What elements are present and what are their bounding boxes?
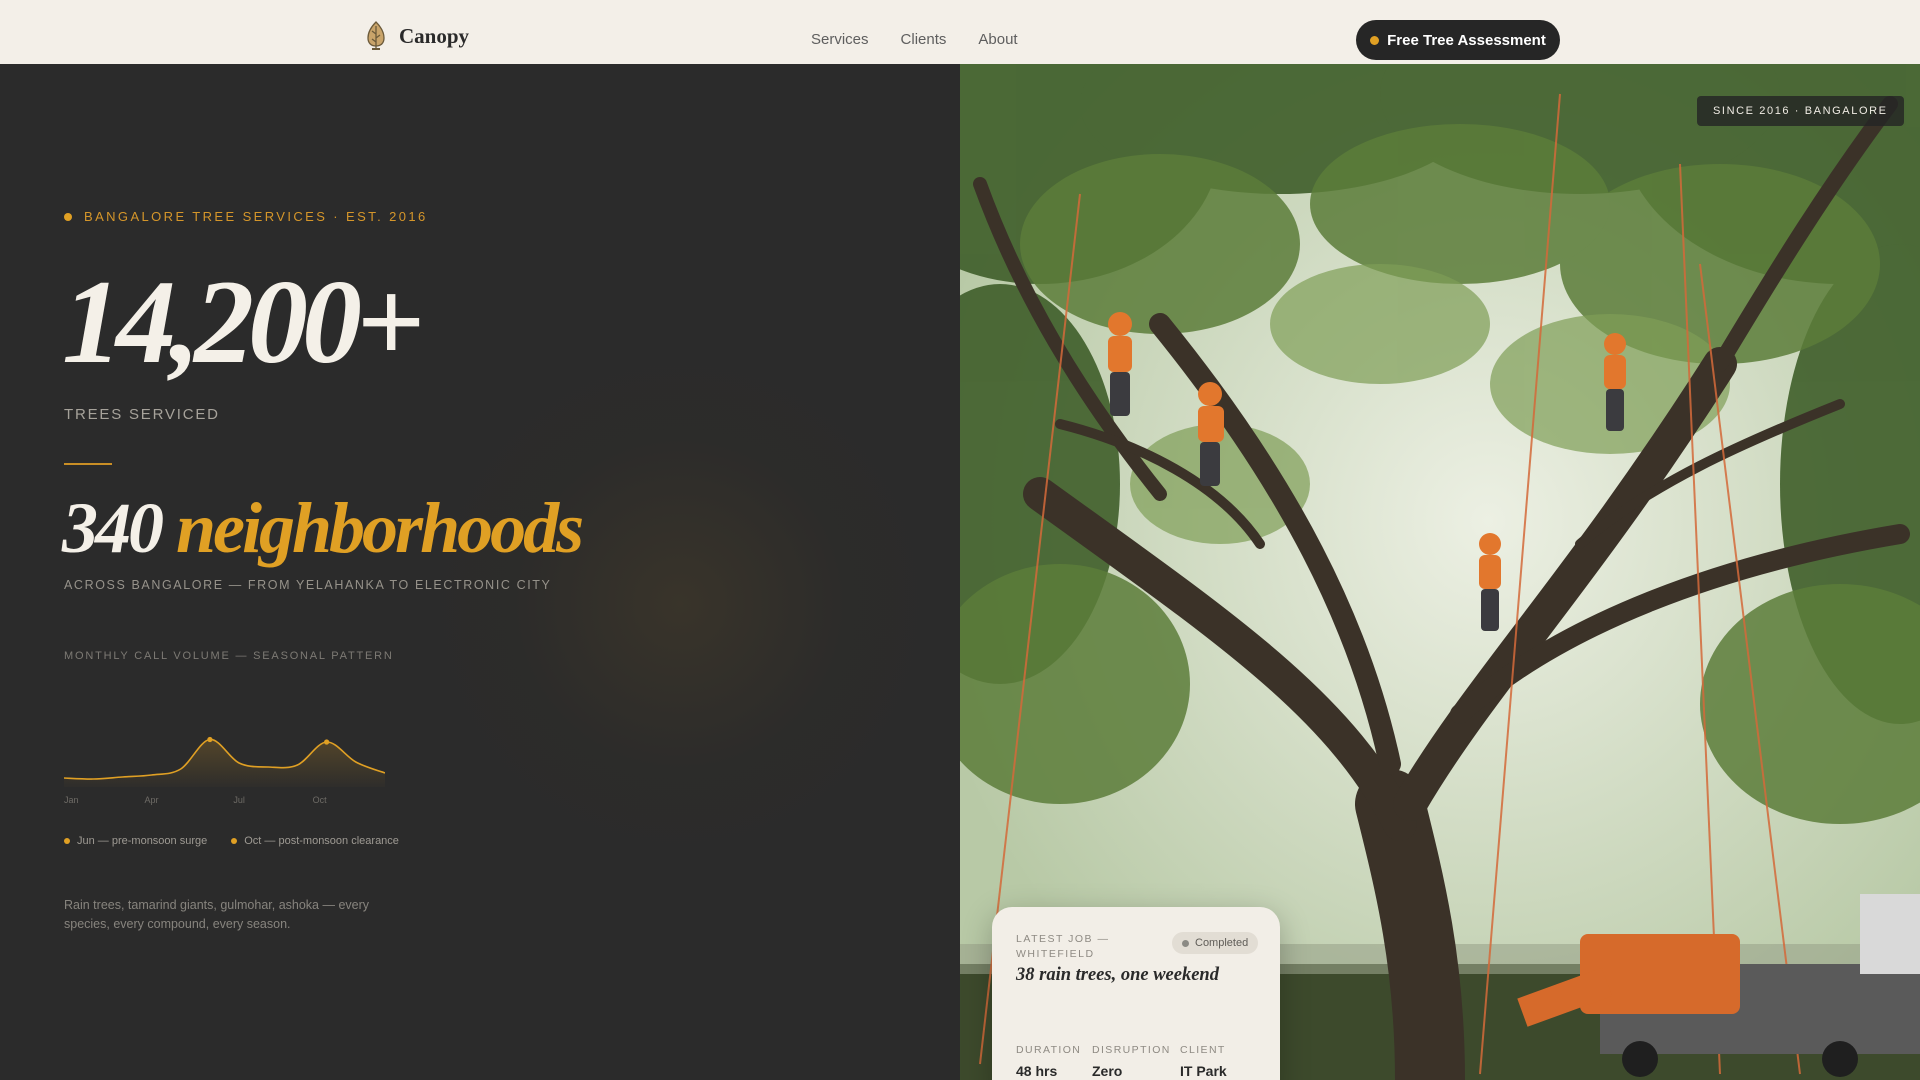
dot-icon bbox=[231, 838, 238, 844]
stat-value: 48 hrs bbox=[1016, 1063, 1058, 1079]
chart-tick-label: Apr bbox=[145, 795, 159, 805]
latest-job-card[interactable]: LATEST JOB — WHITEFIELD Completed 38 rai… bbox=[992, 907, 1280, 1080]
top-nav: Canopy Services Clients About Free Tree … bbox=[0, 0, 1920, 64]
eyebrow-text: BANGALORE TREE SERVICES · EST. 2016 bbox=[84, 209, 428, 224]
trees-count: 14,200+ bbox=[62, 255, 424, 388]
trees-label: TREES SERVICED bbox=[64, 406, 220, 423]
neighborhoods-heading: 340 neighborhoods bbox=[62, 492, 584, 564]
chart-legend: Jun — pre-monsoon surge Oct — post-monso… bbox=[64, 835, 399, 847]
dot-icon bbox=[64, 212, 72, 221]
free-assessment-button[interactable]: Free Tree Assessment bbox=[1356, 20, 1560, 60]
tree-icon bbox=[367, 21, 385, 50]
stat-value: IT Park bbox=[1180, 1063, 1227, 1079]
legend-item: Jun — pre-monsoon surge bbox=[64, 835, 207, 847]
dot-icon bbox=[1370, 35, 1380, 45]
chart-tick-label: Jul bbox=[233, 795, 245, 805]
chart-peak-point bbox=[324, 739, 330, 745]
since-badge: SINCE 2016 · BANGALORE bbox=[1697, 96, 1904, 126]
stat-label: CLIENT bbox=[1180, 1044, 1226, 1056]
stat-label: DURATION bbox=[1016, 1044, 1082, 1056]
neighborhoods-count: 340 bbox=[62, 488, 164, 568]
divider bbox=[64, 463, 112, 465]
hero-description: Rain trees, tamarind giants, gulmohar, a… bbox=[64, 898, 370, 931]
legend-label: Oct — post-monsoon clearance bbox=[244, 835, 399, 847]
brand-name: Canopy bbox=[399, 23, 470, 48]
dot-icon bbox=[64, 838, 70, 844]
status-badge: Completed bbox=[1172, 932, 1259, 954]
call-volume-chart: Jan Apr Jul Oct bbox=[64, 736, 385, 805]
stat-duration: DURATION 48 hrs bbox=[1016, 1044, 1081, 1079]
background-glow bbox=[420, 344, 940, 864]
nav-link-services[interactable]: Services bbox=[811, 31, 869, 48]
stat-value: Zero bbox=[1092, 1063, 1123, 1079]
legend-label: Jun — pre-monsoon surge bbox=[77, 835, 208, 847]
chart-peak-point bbox=[207, 736, 213, 743]
legend-item: Oct — post-monsoon clearance bbox=[231, 835, 399, 847]
brand-logo[interactable]: Canopy bbox=[363, 20, 469, 52]
stat-client: CLIENT IT Park bbox=[1180, 1044, 1227, 1079]
chart-title: MONTHLY CALL VOLUME — SEASONAL PATTERN bbox=[64, 650, 394, 662]
chart-tick-label: Jan bbox=[64, 795, 79, 805]
neighborhoods-subtitle: ACROSS BANGALORE — FROM YELAHANKA TO ELE… bbox=[64, 578, 552, 592]
nav-link-clients[interactable]: Clients bbox=[901, 31, 947, 48]
chart-tick-label: Oct bbox=[313, 795, 328, 805]
stat-label: DISRUPTION bbox=[1092, 1044, 1171, 1056]
status-text: Completed bbox=[1195, 937, 1249, 949]
cta-label: Free Tree Assessment bbox=[1387, 31, 1546, 49]
stat-disruption: DISRUPTION Zero bbox=[1092, 1044, 1171, 1079]
card-eyebrow: LATEST JOB — WHITEFIELD bbox=[1016, 933, 1110, 960]
nav-links: Services Clients About bbox=[811, 31, 1018, 48]
nav-link-about[interactable]: About bbox=[978, 31, 1017, 48]
neighborhoods-word: neighborhoods bbox=[176, 488, 584, 568]
hero-eyebrow: BANGALORE TREE SERVICES · EST. 2016 bbox=[64, 209, 428, 224]
dot-icon bbox=[1182, 939, 1189, 947]
card-title: 38 rain trees, one weekend bbox=[1016, 965, 1219, 985]
